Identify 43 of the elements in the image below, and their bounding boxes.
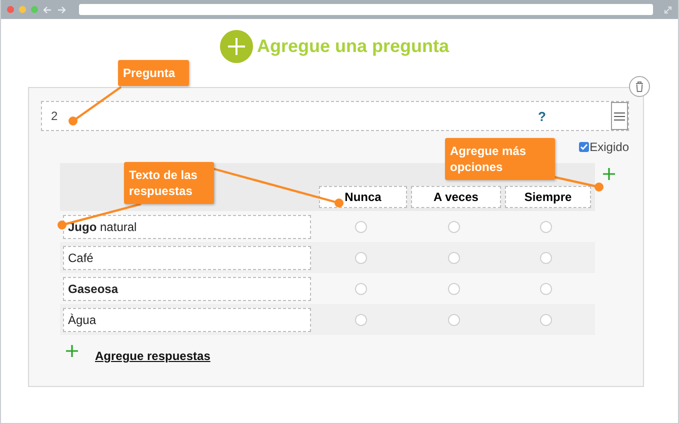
required-label: Exigido (590, 140, 629, 154)
column-header-field[interactable]: Nunca (319, 186, 407, 208)
radio-button[interactable] (355, 252, 367, 264)
radio-button[interactable] (355, 220, 367, 232)
add-option-icon[interactable] (603, 168, 615, 180)
answer-field[interactable]: Àgua (63, 308, 311, 332)
back-arrow-icon[interactable] (43, 6, 52, 14)
plus-icon[interactable] (66, 345, 78, 357)
radio-button[interactable] (540, 282, 552, 294)
radio-button[interactable] (540, 220, 552, 232)
leader-line (68, 86, 122, 126)
expand-icon[interactable] (664, 6, 672, 14)
add-answers-link[interactable]: Agregue respuestas (95, 349, 210, 363)
minimize-window-icon[interactable] (19, 6, 26, 13)
callout: Pregunta (118, 60, 189, 86)
answer-field[interactable]: Jugo natural (63, 214, 311, 238)
leader-line (554, 176, 604, 192)
column-header-field[interactable]: Siempre (505, 186, 591, 208)
radio-button[interactable] (448, 220, 460, 232)
question-number: 2 (51, 109, 58, 123)
menu-icon (614, 112, 625, 120)
radio-button[interactable] (540, 252, 552, 264)
radio-button[interactable] (448, 314, 460, 326)
address-bar[interactable] (79, 4, 653, 15)
required-checkbox[interactable] (578, 142, 589, 152)
radio-button[interactable] (448, 252, 460, 264)
radio-button[interactable] (355, 314, 367, 326)
menu-button[interactable] (611, 102, 628, 130)
callout: Texto de las respuestas (124, 162, 214, 204)
answer-field[interactable]: Gaseosa (63, 276, 311, 300)
radio-button[interactable] (448, 282, 460, 294)
trash-icon[interactable] (629, 76, 650, 97)
plus-icon (220, 30, 253, 62)
radio-button[interactable] (355, 282, 367, 294)
close-window-icon[interactable] (7, 6, 14, 13)
maximize-window-icon[interactable] (31, 6, 38, 13)
answer-field[interactable]: Café (63, 246, 311, 270)
help-icon[interactable]: ? (538, 108, 546, 124)
question-field[interactable]: 2 ? (41, 101, 629, 131)
column-header-field[interactable]: A veces (411, 186, 501, 208)
forward-arrow-icon[interactable] (57, 6, 66, 14)
radio-button[interactable] (540, 314, 552, 326)
callout: Agregue más opciones (445, 138, 555, 180)
